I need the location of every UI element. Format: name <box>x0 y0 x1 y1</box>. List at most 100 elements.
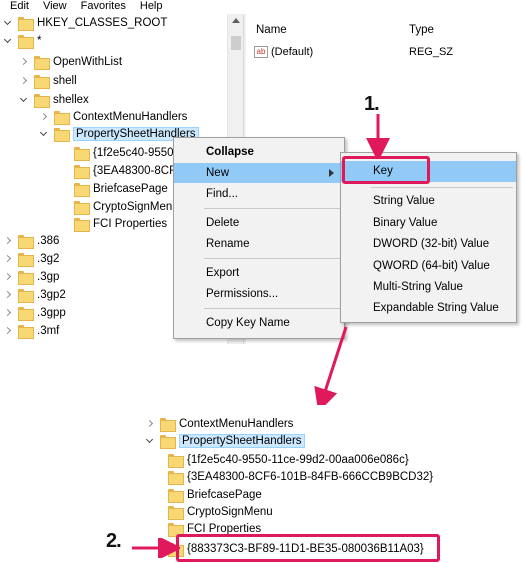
menu-favorites[interactable]: Favorites <box>74 0 133 14</box>
tree-item-3gp2[interactable]: .3gp2 <box>4 286 66 304</box>
collapse-chevron-icon[interactable] <box>40 130 48 138</box>
result-item-propertysheethandlers[interactable]: PropertySheetHandlers <box>146 432 305 450</box>
tree-item-3gp[interactable]: .3gp <box>4 268 59 286</box>
tree-item-shell[interactable]: shell <box>20 72 77 90</box>
submenu-item-binary-value[interactable]: Binary Value <box>341 213 516 234</box>
tree-item-briefcasepage[interactable]: BriefcasePage <box>60 180 168 198</box>
menu-separator <box>204 208 342 209</box>
folder-icon <box>74 218 90 232</box>
value-name: (Default) <box>271 46 314 58</box>
expand-chevron-icon[interactable] <box>146 420 154 428</box>
submenu-item-dword-value[interactable]: DWORD (32-bit) Value <box>341 234 516 255</box>
folder-icon <box>168 506 184 520</box>
value-row-default[interactable]: ab (Default) <box>254 46 313 58</box>
submenu-item-qword-value[interactable]: QWORD (64-bit) Value <box>341 256 516 277</box>
menu-item-rename[interactable]: Rename <box>174 234 344 254</box>
result-item-cryptosignmenu[interactable]: CryptoSignMenu <box>168 503 273 521</box>
folder-icon <box>74 183 90 197</box>
menu-item-new[interactable]: New <box>174 163 344 183</box>
tree-item-star[interactable]: * <box>4 32 41 50</box>
collapse-chevron-icon[interactable] <box>146 437 154 445</box>
tree-item-386[interactable]: .386 <box>4 232 59 250</box>
context-menu: Collapse New Find... Delete Rename Expor… <box>173 137 345 339</box>
expand-chevron-icon[interactable] <box>4 327 12 335</box>
tree-item-3g2[interactable]: .3g2 <box>4 250 59 268</box>
expand-chevron-icon[interactable] <box>4 309 12 317</box>
tree-item-openwithlist[interactable]: OpenWithList <box>20 53 122 71</box>
menu-item-permissions[interactable]: Permissions... <box>174 284 344 304</box>
menu-item-find[interactable]: Find... <box>174 184 344 204</box>
expand-chevron-icon[interactable] <box>20 58 28 66</box>
tree-item-contextmenuhandlers[interactable]: ContextMenuHandlers <box>40 108 187 126</box>
tree-item-hkey-classes-root[interactable]: HKEY_CLASSES_ROOT <box>4 14 167 32</box>
folder-icon <box>34 75 50 89</box>
submenu-item-string-value[interactable]: String Value <box>341 191 516 212</box>
menu-item-collapse[interactable]: Collapse <box>174 142 344 162</box>
folder-icon <box>54 111 70 125</box>
result-item-contextmenuhandlers[interactable]: ContextMenuHandlers <box>146 415 293 433</box>
menu-help[interactable]: Help <box>133 0 170 14</box>
menu-item-export[interactable]: Export <box>174 263 344 283</box>
expand-chevron-icon[interactable] <box>4 291 12 299</box>
menu-bar: Edit View Favorites Help <box>0 0 524 14</box>
step-two-label: 2. <box>106 530 122 552</box>
new-key-highlight-box <box>176 534 440 562</box>
folder-icon <box>168 471 184 485</box>
folder-icon <box>18 35 34 49</box>
folder-icon <box>54 128 70 142</box>
folder-icon <box>168 489 184 503</box>
folder-icon <box>34 94 50 108</box>
folder-icon <box>18 253 34 267</box>
key-highlight-box <box>342 156 430 184</box>
folder-icon <box>160 418 176 432</box>
value-type: REG_SZ <box>409 46 454 58</box>
result-arrow-icon <box>314 326 348 413</box>
menu-separator <box>204 308 342 309</box>
menu-item-delete[interactable]: Delete <box>174 213 344 233</box>
folder-icon <box>18 325 34 339</box>
folder-icon <box>74 147 90 161</box>
folder-icon <box>34 56 50 70</box>
folder-icon <box>18 307 34 321</box>
submenu-item-multi-string-value[interactable]: Multi-String Value <box>341 277 516 298</box>
tree-item-3mf[interactable]: .3mf <box>4 322 59 340</box>
expand-chevron-icon[interactable] <box>20 77 28 85</box>
result-item-key-1f2e[interactable]: {1f2e5c40-9550-11ce-99d2-00aa006e086c} <box>168 451 409 469</box>
tree-item-3gpp[interactable]: .3gpp <box>4 304 66 322</box>
menu-view[interactable]: View <box>36 0 74 14</box>
string-value-icon: ab <box>254 46 268 58</box>
folder-icon <box>18 289 34 303</box>
expand-chevron-icon[interactable] <box>4 237 12 245</box>
tree-item-fci-properties[interactable]: FCI Properties <box>60 215 167 233</box>
menu-separator <box>204 258 342 259</box>
expand-chevron-icon[interactable] <box>4 273 12 281</box>
expand-chevron-icon[interactable] <box>40 113 48 121</box>
submenu-item-expandable-string-value[interactable]: Expandable String Value <box>341 298 516 319</box>
step-two-arrow-icon <box>132 538 180 558</box>
folder-icon <box>74 201 90 215</box>
scroll-up-arrow-icon[interactable] <box>232 18 240 23</box>
tree-item-cryptosignmenu[interactable]: CryptoSignMen <box>60 198 172 216</box>
submenu-arrow-icon <box>329 169 334 177</box>
column-header-name[interactable]: Name <box>256 24 287 36</box>
folder-icon <box>18 271 34 285</box>
folder-icon <box>168 454 184 468</box>
folder-icon <box>74 165 90 179</box>
scroll-thumb[interactable] <box>231 36 241 50</box>
result-item-key-3ea4[interactable]: {3EA48300-8CF6-101B-84FB-666CCB9BCD32} <box>168 468 433 486</box>
collapse-chevron-icon[interactable] <box>20 96 28 104</box>
folder-icon <box>18 235 34 249</box>
menu-separator <box>371 187 513 188</box>
step-one-arrow-icon <box>366 114 390 158</box>
collapse-chevron-icon[interactable] <box>4 37 12 45</box>
collapse-chevron-icon[interactable] <box>4 19 12 27</box>
menu-item-new-label: New <box>206 167 230 179</box>
column-header-type[interactable]: Type <box>409 24 434 36</box>
tree-item-shellex[interactable]: shellex <box>20 91 89 109</box>
expand-chevron-icon[interactable] <box>4 255 12 263</box>
folder-icon <box>160 435 176 449</box>
result-item-briefcasepage[interactable]: BriefcasePage <box>168 486 262 504</box>
tree-item-key-3ea4[interactable]: {3EA48300-8CF <box>60 162 176 180</box>
menu-edit[interactable]: Edit <box>0 0 36 14</box>
tree-item-key-1f2e[interactable]: {1f2e5c40-9550 <box>60 144 174 162</box>
